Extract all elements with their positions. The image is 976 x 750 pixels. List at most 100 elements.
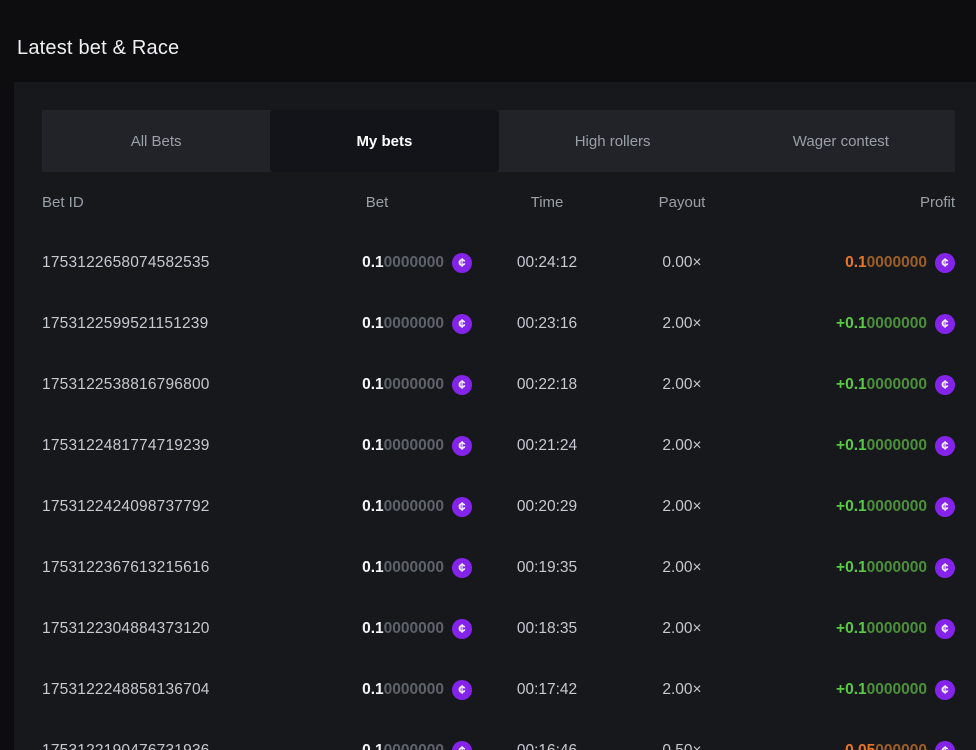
bet-amount: 0.10000000 ¢ — [282, 619, 472, 639]
bet-id: 1753122599521151239 — [42, 315, 282, 333]
bet-payout: 0.50× — [622, 742, 742, 750]
coin-icon: ¢ — [452, 375, 472, 395]
table-row[interactable]: 1753122481774719239 0.10000000 ¢ 00:21:2… — [42, 415, 955, 476]
bet-payout: 2.00× — [622, 498, 742, 516]
tab-wager-contest[interactable]: Wager contest — [727, 110, 955, 172]
tab-all-bets[interactable]: All Bets — [42, 110, 270, 172]
bet-time: 00:22:18 — [472, 376, 622, 394]
bet-value: 0.10000000 — [362, 437, 444, 455]
bet-payout: 0.00× — [622, 254, 742, 272]
coin-icon: ¢ — [935, 680, 955, 700]
bet-amount: 0.10000000 ¢ — [282, 375, 472, 395]
bet-time: 00:24:12 — [472, 254, 622, 272]
profit-value: +0.10000000 — [836, 681, 927, 699]
header-profit: Profit — [742, 194, 955, 211]
table-header: Bet ID Bet Time Payout Profit — [42, 172, 955, 232]
coin-icon: ¢ — [935, 497, 955, 517]
bet-value: 0.10000000 — [362, 254, 444, 272]
page-title: Latest bet & Race — [17, 37, 179, 60]
bet-value: 0.10000000 — [362, 376, 444, 394]
coin-icon: ¢ — [935, 375, 955, 395]
header-payout: Payout — [622, 194, 742, 211]
table-row[interactable]: 1753122304884373120 0.10000000 ¢ 00:18:3… — [42, 598, 955, 659]
bet-id: 1753122304884373120 — [42, 620, 282, 638]
bet-time: 00:18:35 — [472, 620, 622, 638]
latest-bets-panel: All Bets My bets High rollers Wager cont… — [14, 82, 976, 750]
bet-value: 0.10000000 — [362, 742, 444, 750]
bet-amount: 0.10000000 ¢ — [282, 497, 472, 517]
bet-id: 1753122481774719239 — [42, 437, 282, 455]
profit-value: +0.10000000 — [836, 559, 927, 577]
bet-amount: 0.10000000 ¢ — [282, 680, 472, 700]
table-row[interactable]: 1753122424098737792 0.10000000 ¢ 00:20:2… — [42, 476, 955, 537]
header-time: Time — [472, 194, 622, 211]
profit-cell: 0.10000000 ¢ — [742, 253, 955, 273]
header-bet-id: Bet ID — [42, 194, 282, 211]
table-row[interactable]: 1753122367613215616 0.10000000 ¢ 00:19:3… — [42, 537, 955, 598]
profit-cell: 0.05000000 ¢ — [742, 741, 955, 750]
profit-cell: +0.10000000 ¢ — [742, 436, 955, 456]
tab-high-rollers[interactable]: High rollers — [499, 110, 727, 172]
bet-payout: 2.00× — [622, 437, 742, 455]
coin-icon: ¢ — [935, 558, 955, 578]
coin-icon: ¢ — [935, 436, 955, 456]
table-row[interactable]: 1753122190476731936 0.10000000 ¢ 00:16:4… — [42, 720, 955, 750]
bet-id: 1753122538816796800 — [42, 376, 282, 394]
profit-value: +0.10000000 — [836, 620, 927, 638]
bet-amount: 0.10000000 ¢ — [282, 253, 472, 273]
bets-table-body: 1753122658074582535 0.10000000 ¢ 00:24:1… — [42, 232, 955, 750]
profit-value: +0.10000000 — [836, 437, 927, 455]
profit-value: +0.10000000 — [836, 498, 927, 516]
profit-cell: +0.10000000 ¢ — [742, 619, 955, 639]
profit-cell: +0.10000000 ¢ — [742, 680, 955, 700]
bet-amount: 0.10000000 ¢ — [282, 741, 472, 750]
profit-cell: +0.10000000 ¢ — [742, 497, 955, 517]
coin-icon: ¢ — [452, 741, 472, 750]
bet-payout: 2.00× — [622, 559, 742, 577]
coin-icon: ¢ — [452, 619, 472, 639]
table-row[interactable]: 1753122538816796800 0.10000000 ¢ 00:22:1… — [42, 354, 955, 415]
bet-id: 1753122424098737792 — [42, 498, 282, 516]
coin-icon: ¢ — [935, 314, 955, 334]
bets-tabs: All Bets My bets High rollers Wager cont… — [42, 110, 955, 172]
table-row[interactable]: 1753122599521151239 0.10000000 ¢ 00:23:1… — [42, 293, 955, 354]
coin-icon: ¢ — [935, 619, 955, 639]
bet-value: 0.10000000 — [362, 315, 444, 333]
bet-amount: 0.10000000 ¢ — [282, 314, 472, 334]
coin-icon: ¢ — [452, 497, 472, 517]
bet-time: 00:19:35 — [472, 559, 622, 577]
bet-payout: 2.00× — [622, 620, 742, 638]
tab-my-bets[interactable]: My bets — [270, 110, 498, 172]
profit-value: +0.10000000 — [836, 315, 927, 333]
bet-id: 1753122367613215616 — [42, 559, 282, 577]
coin-icon: ¢ — [452, 314, 472, 334]
bet-time: 00:20:29 — [472, 498, 622, 516]
profit-cell: +0.10000000 ¢ — [742, 375, 955, 395]
bet-value: 0.10000000 — [362, 681, 444, 699]
profit-value: 0.05000000 — [845, 742, 927, 750]
table-row[interactable]: 1753122248858136704 0.10000000 ¢ 00:17:4… — [42, 659, 955, 720]
profit-value: +0.10000000 — [836, 376, 927, 394]
bet-time: 00:16:46 — [472, 742, 622, 750]
bet-payout: 2.00× — [622, 681, 742, 699]
bet-amount: 0.10000000 ¢ — [282, 558, 472, 578]
profit-value: 0.10000000 — [845, 254, 927, 272]
bet-payout: 2.00× — [622, 376, 742, 394]
bet-value: 0.10000000 — [362, 559, 444, 577]
bet-amount: 0.10000000 ¢ — [282, 436, 472, 456]
coin-icon: ¢ — [935, 253, 955, 273]
bet-time: 00:23:16 — [472, 315, 622, 333]
coin-icon: ¢ — [935, 741, 955, 750]
bet-value: 0.10000000 — [362, 498, 444, 516]
bet-id: 1753122658074582535 — [42, 254, 282, 272]
table-row[interactable]: 1753122658074582535 0.10000000 ¢ 00:24:1… — [42, 232, 955, 293]
bet-payout: 2.00× — [622, 315, 742, 333]
profit-cell: +0.10000000 ¢ — [742, 558, 955, 578]
coin-icon: ¢ — [452, 436, 472, 456]
bet-id: 1753122190476731936 — [42, 742, 282, 750]
bet-value: 0.10000000 — [362, 620, 444, 638]
bet-time: 00:21:24 — [472, 437, 622, 455]
header-bet: Bet — [282, 194, 472, 211]
coin-icon: ¢ — [452, 680, 472, 700]
bet-time: 00:17:42 — [472, 681, 622, 699]
